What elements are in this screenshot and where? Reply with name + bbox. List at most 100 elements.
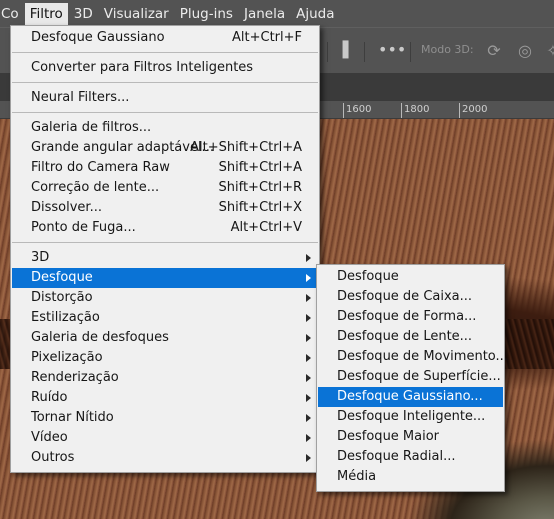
menu-item-shortcut: Alt+Ctrl+F	[232, 30, 302, 45]
menu-separator	[12, 82, 318, 83]
menu-item-label: Média	[337, 469, 377, 484]
options-separator	[364, 42, 365, 62]
submenu-arrow-icon	[306, 334, 311, 342]
menu-item-label: Outros	[31, 450, 75, 465]
menu-item-label: Desfoque Maior	[337, 429, 440, 444]
menu-item-label: Desfoque Radial...	[337, 449, 456, 464]
more-options-icon[interactable]: •••	[378, 40, 406, 59]
menu-item-label: Vídeo	[31, 430, 68, 445]
menu-item-label: Desfoque de Caixa...	[337, 289, 473, 304]
menu-item-label: Neural Filters...	[31, 90, 130, 105]
filter-menu-item[interactable]: Converter para Filtros Inteligentes	[12, 58, 318, 78]
menu-item-label: Estilização	[31, 310, 100, 325]
blur-submenu-item[interactable]: Desfoque de Superfície...	[318, 367, 503, 387]
options-separator	[327, 42, 328, 62]
menu-item-shortcut: Alt+Ctrl+V	[230, 220, 302, 235]
filter-menu-item[interactable]: Tornar Nítido	[12, 408, 318, 428]
ruler-tick	[401, 103, 402, 118]
blur-submenu-item[interactable]: Desfoque de Lente...	[318, 327, 503, 347]
filter-menu-item[interactable]: Ruído	[12, 388, 318, 408]
filter-menu-item[interactable]: Outros	[12, 448, 318, 468]
menu-item-label: Distorção	[31, 290, 93, 305]
blur-submenu-item[interactable]: Desfoque	[318, 267, 503, 287]
menu-item-label: Desfoque Gaussiano...	[337, 389, 483, 404]
blur-submenu-item[interactable]: Desfoque Maior	[318, 427, 503, 447]
filter-menu-item[interactable]: Ponto de Fuga... Alt+Ctrl+V	[12, 218, 318, 238]
filter-menu-item[interactable]: Desfoque Gaussiano Alt+Ctrl+F	[12, 28, 318, 48]
filter-menu-item[interactable]: Neural Filters...	[12, 88, 318, 108]
options-separator	[410, 42, 411, 62]
filter-menu-item[interactable]: Distorção	[12, 288, 318, 308]
ruler-label: 1600	[346, 104, 372, 115]
filter-menu-item[interactable]: Correção de lente... Shift+Ctrl+R	[12, 178, 318, 198]
mode-3d-label: Modo 3D:	[421, 43, 474, 56]
menubar-item[interactable]: Plug-ins	[175, 3, 238, 25]
menu-separator	[12, 242, 318, 243]
menu-item-label: Desfoque de Movimento...	[337, 349, 508, 364]
menu-item-shortcut: Shift+Ctrl+A	[218, 160, 302, 175]
menu-item-label: Ruído	[31, 390, 68, 405]
filter-menu-item[interactable]: Vídeo	[12, 428, 318, 448]
align-icon[interactable]: ❚	[338, 38, 353, 59]
menu-item-label: Grande angular adaptável...	[31, 140, 214, 155]
menu-item-shortcut: Alt+Shift+Ctrl+A	[190, 140, 302, 155]
blur-submenu-item[interactable]: Desfoque Inteligente...	[318, 407, 503, 427]
submenu-arrow-icon	[306, 394, 311, 402]
submenu-arrow-icon	[306, 434, 311, 442]
filter-menu-item[interactable]: Galeria de filtros...	[12, 118, 318, 138]
blur-submenu-item[interactable]: Desfoque Gaussiano...	[318, 387, 503, 407]
menu-item-label: Correção de lente...	[31, 180, 160, 195]
menu-item-label: Pixelização	[31, 350, 103, 365]
menu-item-label: Renderização	[31, 370, 119, 385]
menu-item-label: Desfoque de Forma...	[337, 309, 477, 324]
submenu-arrow-icon	[306, 254, 311, 262]
filter-menu-item[interactable]: Galeria de desfoques	[12, 328, 318, 348]
menubar-item[interactable]: Co	[0, 3, 24, 25]
menubar-item[interactable]: 3D	[69, 3, 98, 25]
menubar-item[interactable]: Filtro	[24, 2, 68, 25]
filter-menu-item[interactable]: Pixelização	[12, 348, 318, 368]
menubar-item[interactable]: Visualizar	[99, 3, 174, 25]
menu-item-label: Filtro do Camera Raw	[31, 160, 170, 175]
filter-menu-item[interactable]: Dissolver... Shift+Ctrl+X	[12, 198, 318, 218]
menu-item-label: Desfoque	[337, 269, 399, 284]
filter-menu-item[interactable]: Renderização	[12, 368, 318, 388]
filter-menu: Desfoque Gaussiano Alt+Ctrl+F Converter pa…	[10, 25, 320, 473]
pan-3d-icon[interactable]: ✧	[543, 41, 554, 61]
submenu-arrow-icon	[306, 454, 311, 462]
filter-menu-item[interactable]: Desfoque	[12, 268, 318, 288]
menu-item-label: Ponto de Fuga...	[31, 220, 136, 235]
menubar-item[interactable]: Janela	[239, 3, 290, 25]
blur-submenu-item[interactable]: Desfoque Radial...	[318, 447, 503, 467]
menu-item-label: Tornar Nítido	[31, 410, 114, 425]
menu-item-label: Desfoque	[31, 270, 93, 285]
blur-submenu-item[interactable]: Desfoque de Caixa...	[318, 287, 503, 307]
filter-menu-item[interactable]: Filtro do Camera Raw Shift+Ctrl+A	[12, 158, 318, 178]
menu-item-label: Converter para Filtros Inteligentes	[31, 60, 254, 75]
ruler-label: 2000	[462, 104, 488, 115]
menu-item-label: Desfoque Inteligente...	[337, 409, 486, 424]
menu-item-label: Desfoque de Superfície...	[337, 369, 501, 384]
blur-submenu-item[interactable]: Desfoque de Movimento...	[318, 347, 508, 367]
menu-item-label: Dissolver...	[31, 200, 102, 215]
filter-menu-item[interactable]: Grande angular adaptável... Alt+Shift+Ctr…	[12, 138, 318, 158]
rotate-3d-icon[interactable]: ⟳	[484, 41, 504, 61]
menubar-item[interactable]: Ajuda	[291, 3, 339, 25]
menu-separator	[12, 52, 318, 53]
menu-item-label: 3D	[31, 250, 50, 265]
menu-item-label: Desfoque de Lente...	[337, 329, 473, 344]
ruler-tick	[459, 103, 460, 118]
filter-menu-item[interactable]: Estilização	[12, 308, 318, 328]
menu-item-label: Desfoque Gaussiano	[31, 30, 165, 45]
orbit-3d-icon[interactable]: ◎	[515, 41, 535, 61]
ruler-tick	[343, 103, 344, 118]
blur-submenu-item[interactable]: Desfoque de Forma...	[318, 307, 503, 327]
submenu-arrow-icon	[306, 354, 311, 362]
blur-submenu-item[interactable]: Média	[318, 467, 503, 487]
submenu-arrow-icon	[306, 414, 311, 422]
submenu-arrow-icon	[306, 294, 311, 302]
submenu-arrow-icon	[306, 274, 311, 282]
menu-item-label: Galeria de desfoques	[31, 330, 169, 345]
filter-menu-item[interactable]: 3D	[12, 248, 318, 268]
menu-item-shortcut: Shift+Ctrl+R	[218, 180, 303, 195]
